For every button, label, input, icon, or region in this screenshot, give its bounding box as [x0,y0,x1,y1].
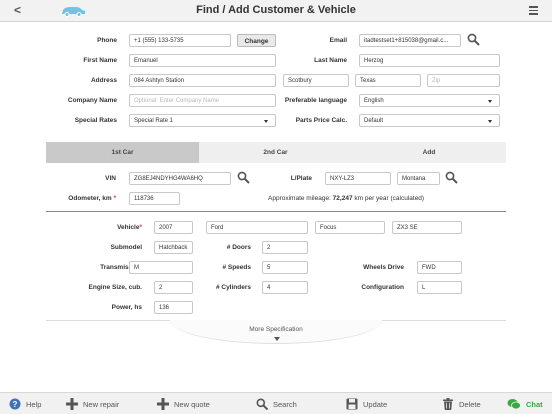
plate-label: L/Plate [290,175,312,182]
power-field[interactable]: 136 [154,301,193,314]
cylinders-field[interactable]: 4 [262,281,308,294]
company-label: Company Name [67,97,117,104]
trash-icon [443,398,453,410]
vin-field[interactable]: ZG8EJ4NDYHG4WA6HQ [129,172,231,185]
doors-field[interactable]: 2 [262,241,308,254]
search-email-icon[interactable] [467,33,480,46]
email-field[interactable]: itadtestset1+815038@gmail.c... [359,34,461,47]
page-title: Find / Add Customer & Vehicle [196,4,356,16]
search-plate-icon[interactable] [445,171,458,184]
engine-field[interactable]: 2 [154,281,193,294]
first-name-label: First Name [83,57,117,64]
zip-field[interactable]: Zip [427,74,500,87]
svg-text:?: ? [13,400,18,409]
delete-button[interactable]: Delete [442,397,481,411]
city-field[interactable]: Scotbury [283,74,349,87]
model-field[interactable]: Focus [315,221,385,234]
top-bar: < Find / Add Customer & Vehicle [0,0,552,22]
trim-field[interactable]: ZX3 SE [392,221,462,234]
submodel-label: Submodel [110,244,142,251]
plate-field[interactable]: NXY-LZ3 [325,172,391,185]
cylinders-label: # Cylinders [215,284,251,291]
first-name-field[interactable]: Emanuel [129,54,276,67]
company-field[interactable]: Optional: Enter Company Name [129,94,276,107]
email-label: Email [329,37,347,44]
search-button[interactable]: Search [256,397,297,411]
language-label: Preferable language [284,97,347,104]
change-phone-button[interactable]: Change [237,34,276,47]
doors-label: # Doors [226,244,251,251]
mileage-text: Approximate mileage: 72,247 km per year … [268,195,425,202]
chevron-down-icon[interactable] [274,337,280,341]
language-select[interactable]: English [359,94,500,107]
power-label: Power, hs [111,304,142,311]
state-field[interactable]: Texas [355,74,421,87]
vehicle-tabs: 1st Car 2nd Car Add [46,142,506,163]
configuration-label: Configuration [361,284,404,291]
more-specification-link[interactable]: More Specification [0,326,552,333]
tab-1st-car[interactable]: 1st Car [46,142,199,163]
transmission-field[interactable]: M [129,261,193,274]
vehicle-label: Vehicle* [117,224,142,231]
plus-icon [157,398,169,410]
save-icon [346,398,358,410]
odometer-label: Odometer, km * [68,195,116,202]
make-field[interactable]: Ford [206,221,308,234]
vin-label: VIN [105,175,116,182]
engine-label: Engine Size, cub. [88,284,142,291]
plus-icon [66,398,78,410]
speeds-field[interactable]: 5 [262,261,308,274]
configuration-field[interactable]: L [417,281,462,294]
parts-price-label: Parts Price Calc. [295,117,347,124]
tab-2nd-car[interactable]: 2nd Car [199,142,352,163]
chat-button[interactable]: Chat [507,397,543,411]
parts-price-select[interactable]: Default [359,114,500,127]
new-quote-button[interactable]: New quote [157,397,210,411]
help-button[interactable]: ? Help [9,397,41,411]
search-icon [256,398,268,410]
bottom-toolbar: ? Help New repair New quote Search Updat… [0,392,552,414]
tab-add-car[interactable]: Add [352,142,506,163]
section-divider [46,211,506,212]
address-label: Address [90,77,117,84]
special-rates-select[interactable]: Special Rate 1 [129,114,276,127]
hamburger-menu-icon[interactable] [529,6,538,17]
plate-state-field[interactable]: Montana [397,172,440,185]
speeds-label: # Speeds [222,264,251,271]
help-icon: ? [9,398,21,410]
phone-field[interactable]: +1 (555) 133-5735 [129,34,231,47]
wheels-field[interactable]: FWD [417,261,462,274]
street-field[interactable]: 084 Ashtyn Station [129,74,276,87]
phone-label: Phone [97,37,117,44]
odometer-field[interactable]: 118736 [129,192,180,205]
last-name-field[interactable]: Herzog [359,54,500,67]
update-button[interactable]: Update [346,397,387,411]
last-name-label: Last Name [314,57,347,64]
wheels-label: Wheels Drive [363,264,404,271]
year-field[interactable]: 2007 [154,221,193,234]
chat-icon [507,399,521,410]
new-repair-button[interactable]: New repair [66,397,119,411]
submodel-field[interactable]: Hatchback [154,241,193,254]
special-rates-label: Special Rates [74,117,117,124]
search-vin-icon[interactable] [237,171,250,184]
